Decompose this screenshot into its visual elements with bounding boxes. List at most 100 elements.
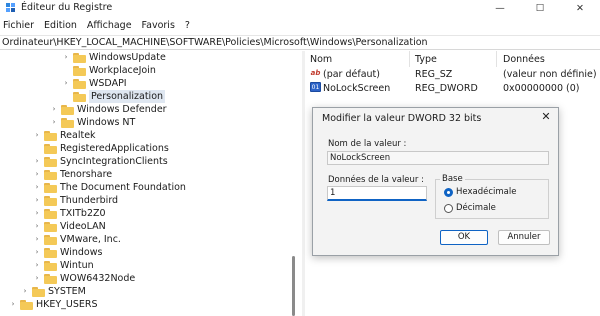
- radio-hexadecimal[interactable]: Hexadécimale: [444, 186, 516, 198]
- radio-decimal[interactable]: Décimale: [444, 202, 496, 214]
- menu-fichier[interactable]: Fichier: [0, 18, 39, 34]
- expand-chevron-icon[interactable]: ›: [33, 259, 41, 272]
- tree-item-personalization[interactable]: Personalization: [62, 90, 166, 103]
- tree-item-videolan[interactable]: › VideoLAN: [33, 220, 106, 233]
- menu-help[interactable]: ?: [180, 18, 195, 34]
- tree-item-label: TXITb2Z0: [60, 208, 106, 219]
- tree-item-wintun[interactable]: › Wintun: [33, 259, 94, 272]
- dword-value-icon: 01: [310, 82, 321, 92]
- menu-favoris[interactable]: Favoris: [137, 18, 180, 34]
- tree-item-hkey-users[interactable]: › HKEY_USERS: [9, 298, 98, 311]
- tree-item-label: RegisteredApplications: [60, 143, 169, 154]
- tree-item-system[interactable]: › SYSTEM: [21, 285, 86, 298]
- folder-icon: [44, 221, 57, 232]
- value-name: (par défaut): [323, 69, 380, 80]
- column-header-name[interactable]: Nom: [310, 54, 332, 65]
- expand-chevron-icon[interactable]: ›: [9, 298, 17, 311]
- tree-item-label: Personalization: [89, 90, 166, 103]
- tree-item-syncintegrationclients[interactable]: › SyncIntegrationClients: [33, 155, 168, 168]
- tree-item-label: HKEY_USERS: [36, 299, 98, 310]
- tree-item-label: Windows: [60, 247, 103, 258]
- tree-item-windowsupdate[interactable]: › WindowsUpdate: [62, 51, 166, 64]
- tree-item-registeredapplications[interactable]: RegisteredApplications: [33, 142, 169, 155]
- tree-item-the-document-foundation[interactable]: › The Document Foundation: [33, 181, 186, 194]
- close-window-button[interactable]: ✕: [560, 0, 600, 17]
- expand-chevron-icon[interactable]: ›: [33, 233, 41, 246]
- tree-item-workplacejoin[interactable]: WorkplaceJoin: [62, 64, 156, 77]
- folder-icon: [73, 91, 86, 102]
- folder-icon: [32, 286, 45, 297]
- value-name-field: NoLockScreen: [327, 151, 549, 165]
- radio-unselected-icon[interactable]: [444, 203, 453, 213]
- list-row[interactable]: ab (par défaut) REG_SZ (valeur non défin…: [305, 68, 600, 81]
- expand-chevron-icon[interactable]: ›: [50, 116, 58, 129]
- tree-item-realtek[interactable]: › Realtek: [33, 129, 96, 142]
- tree-item-label: SYSTEM: [48, 286, 86, 297]
- minimize-button[interactable]: —: [480, 0, 520, 17]
- tree-item-windows-defender[interactable]: › Windows Defender: [50, 103, 167, 116]
- tree-item-vmware[interactable]: › VMware, Inc.: [33, 233, 121, 246]
- folder-icon: [44, 169, 57, 180]
- cancel-button[interactable]: Annuler: [498, 230, 550, 245]
- address-bar[interactable]: Ordinateur\HKEY_LOCAL_MACHINE\SOFTWARE\P…: [0, 35, 600, 50]
- folder-icon: [44, 234, 57, 245]
- expand-chevron-icon[interactable]: ›: [33, 272, 41, 285]
- expand-chevron-icon[interactable]: ›: [62, 77, 70, 90]
- radio-hexadecimal-label: Hexadécimale: [456, 187, 517, 197]
- expand-chevron-icon[interactable]: ›: [33, 220, 41, 233]
- menu-edition[interactable]: Edition: [39, 18, 82, 34]
- tree-item-windows-nt[interactable]: › Windows NT: [50, 116, 136, 129]
- column-separator[interactable]: [409, 51, 410, 67]
- expand-chevron-icon[interactable]: ›: [33, 207, 41, 220]
- tree-item-label: VideoLAN: [60, 221, 106, 232]
- expand-chevron-icon[interactable]: ›: [33, 194, 41, 207]
- tree-item-windows[interactable]: › Windows: [33, 246, 103, 259]
- dialog-title: Modifier la valeur DWORD 32 bits: [322, 113, 482, 124]
- folder-icon: [44, 130, 57, 141]
- folder-icon: [73, 78, 86, 89]
- folder-icon: [73, 65, 86, 76]
- value-data: (valeur non définie): [503, 69, 597, 80]
- tree-item-label: WorkplaceJoin: [89, 65, 156, 76]
- column-header-type[interactable]: Type: [415, 54, 437, 65]
- dialog-close-button[interactable]: ✕: [538, 110, 554, 124]
- menu-bar: Fichier Edition Affichage Favoris ?: [0, 18, 600, 34]
- expand-chevron-icon[interactable]: ›: [33, 181, 41, 194]
- tree-item-txitb2z0[interactable]: › TXITb2Z0: [33, 207, 106, 220]
- tree-item-wow6432node[interactable]: › WOW6432Node: [33, 272, 136, 285]
- value-data-input[interactable]: 1: [327, 186, 427, 201]
- folder-icon: [44, 156, 57, 167]
- tree-item-label: Realtek: [60, 130, 96, 141]
- expand-chevron-icon[interactable]: ›: [21, 285, 29, 298]
- registry-editor-icon: [6, 3, 15, 12]
- column-separator[interactable]: [496, 51, 497, 67]
- radio-selected-icon[interactable]: [444, 187, 453, 197]
- value-type: REG_SZ: [415, 69, 453, 80]
- tree-item-label: The Document Foundation: [60, 182, 186, 193]
- tree-scrollbar-thumb[interactable]: [292, 256, 295, 316]
- value-type: REG_DWORD: [415, 83, 478, 94]
- folder-icon: [44, 273, 57, 284]
- column-header-data[interactable]: Données: [503, 54, 545, 65]
- menu-affichage[interactable]: Affichage: [82, 18, 137, 34]
- expand-chevron-icon[interactable]: ›: [33, 246, 41, 259]
- tree-item-label: Wintun: [60, 260, 94, 271]
- folder-icon: [44, 143, 57, 154]
- expand-chevron-icon[interactable]: ›: [33, 168, 41, 181]
- window-title: Éditeur du Registre: [21, 2, 113, 13]
- expand-chevron-icon[interactable]: ›: [33, 155, 41, 168]
- expand-chevron-icon[interactable]: ›: [50, 103, 58, 116]
- maximize-button[interactable]: ☐: [520, 0, 560, 17]
- expand-chevron-icon[interactable]: ›: [33, 129, 41, 142]
- folder-icon: [73, 52, 86, 63]
- radio-decimal-label: Décimale: [456, 203, 496, 213]
- list-row[interactable]: 01 NoLockScreen REG_DWORD 0x00000000 (0): [305, 82, 600, 95]
- tree-item-thunderbird[interactable]: › Thunderbird: [33, 194, 119, 207]
- tree-item-wsdapi[interactable]: › WSDAPI: [62, 77, 127, 90]
- tree-item-tenorshare[interactable]: › Tenorshare: [33, 168, 113, 181]
- folder-icon: [20, 299, 33, 310]
- expand-chevron-icon[interactable]: ›: [62, 51, 70, 64]
- folder-icon: [44, 208, 57, 219]
- value-data-label: Données de la valeur :: [328, 175, 424, 185]
- ok-button[interactable]: OK: [440, 230, 488, 245]
